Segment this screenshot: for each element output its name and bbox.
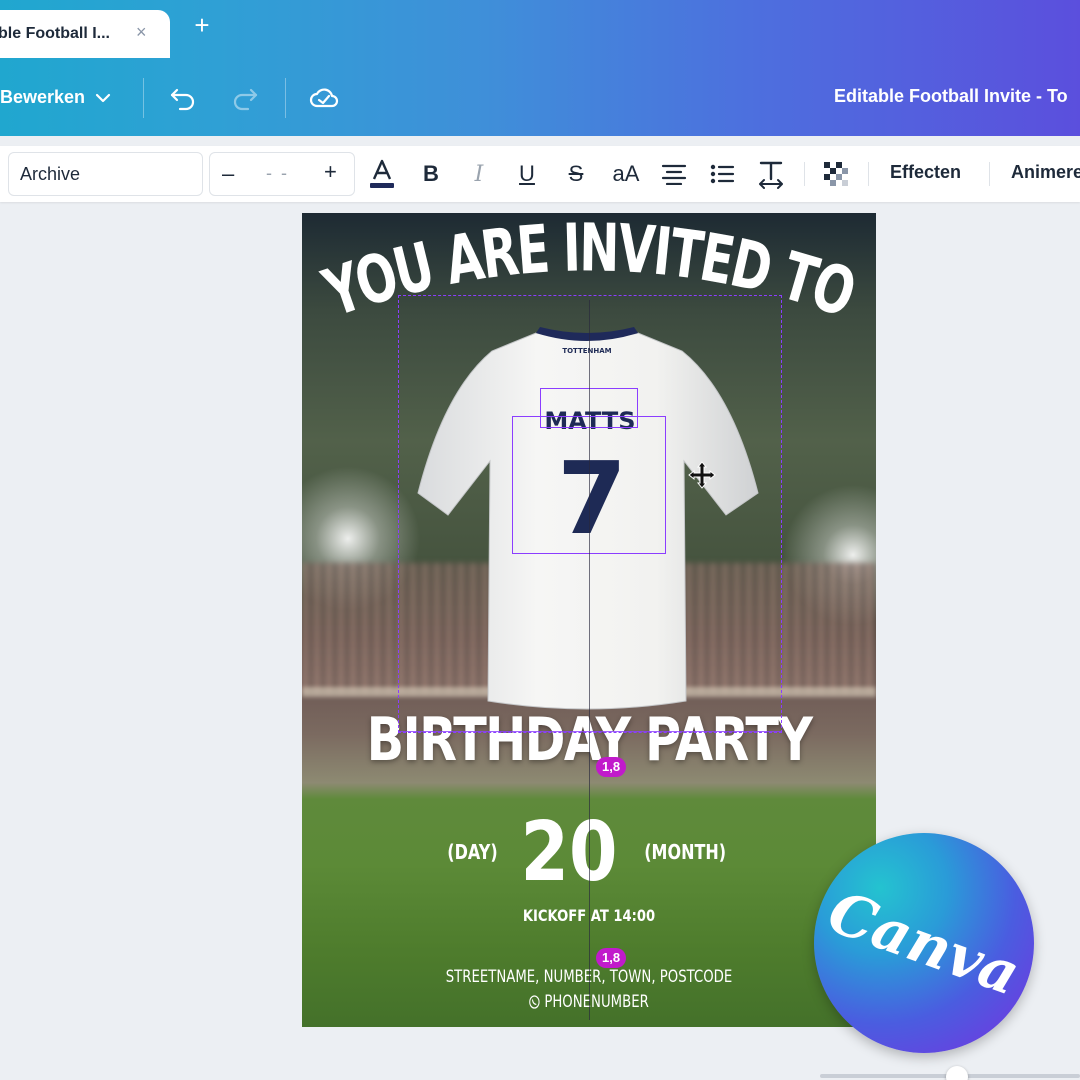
bullet-list-icon [710,164,735,184]
document-title[interactable]: Editable Football Invite - To [834,86,1068,107]
close-tab-icon[interactable]: × [136,22,147,43]
effects-button[interactable]: Effecten [890,162,961,183]
whatsapp-icon [529,995,540,1009]
header-divider [143,78,144,118]
underline-button[interactable]: U [512,156,542,192]
chevron-down-icon [95,87,111,108]
tab-title: ble Football I... [0,25,110,42]
align-center-icon [661,164,687,185]
text-color-icon [370,159,394,188]
text-spacing-icon [759,161,783,189]
text-color-button[interactable] [366,156,398,192]
day-number[interactable]: 20 [521,805,618,900]
italic-button[interactable]: I [464,156,494,192]
strikethrough-button[interactable]: S [561,156,591,192]
month-label[interactable]: (MONTH) [645,840,727,864]
new-tab-button[interactable]: + [190,12,214,38]
letter-case-button[interactable]: aA [606,156,646,192]
redo-icon[interactable] [230,82,260,112]
spacing-badge: 1,8 [596,948,627,968]
edit-menu-label: Bewerken [0,86,86,107]
canva-logo: Canva [814,833,1034,1053]
bottom-guide-line [398,731,782,732]
align-center-button[interactable] [658,156,690,192]
transparency-icon [824,162,848,186]
font-size-decrease-button[interactable]: – [222,161,234,187]
center-guide-line [589,300,590,1020]
toolbar-divider [868,162,869,186]
transparency-button[interactable] [820,156,852,192]
header-divider [285,78,286,118]
toolbar-divider [804,162,805,186]
day-label[interactable]: (DAY) [448,840,498,864]
undo-icon[interactable] [168,82,198,112]
list-button[interactable] [706,156,738,192]
font-family-value: Archive [20,163,81,184]
spacing-button[interactable] [754,156,788,192]
font-family-select[interactable]: Archive [8,152,203,196]
editor-header: ble Football I... × + Bewerken Editable … [0,0,1080,136]
font-size-increase-button[interactable]: + [324,159,337,185]
toolbar-divider [989,162,990,186]
cloud-saved-icon[interactable] [308,82,339,112]
spacing-badge: 1,8 [596,757,627,777]
edit-menu-button[interactable]: Bewerken [0,82,111,112]
animate-button[interactable]: Animeren [1011,162,1080,183]
font-size-input[interactable]: - - [266,163,289,184]
document-tab[interactable]: ble Football I... × [0,10,170,58]
move-cursor-icon [688,461,716,489]
bold-button[interactable]: B [416,156,446,192]
font-size-control: – - - + [209,152,355,196]
phone-text: PHONENUMBER [544,992,649,1012]
text-format-toolbar: Archive – - - + B I U S aA Effecten Anim… [0,146,1080,202]
